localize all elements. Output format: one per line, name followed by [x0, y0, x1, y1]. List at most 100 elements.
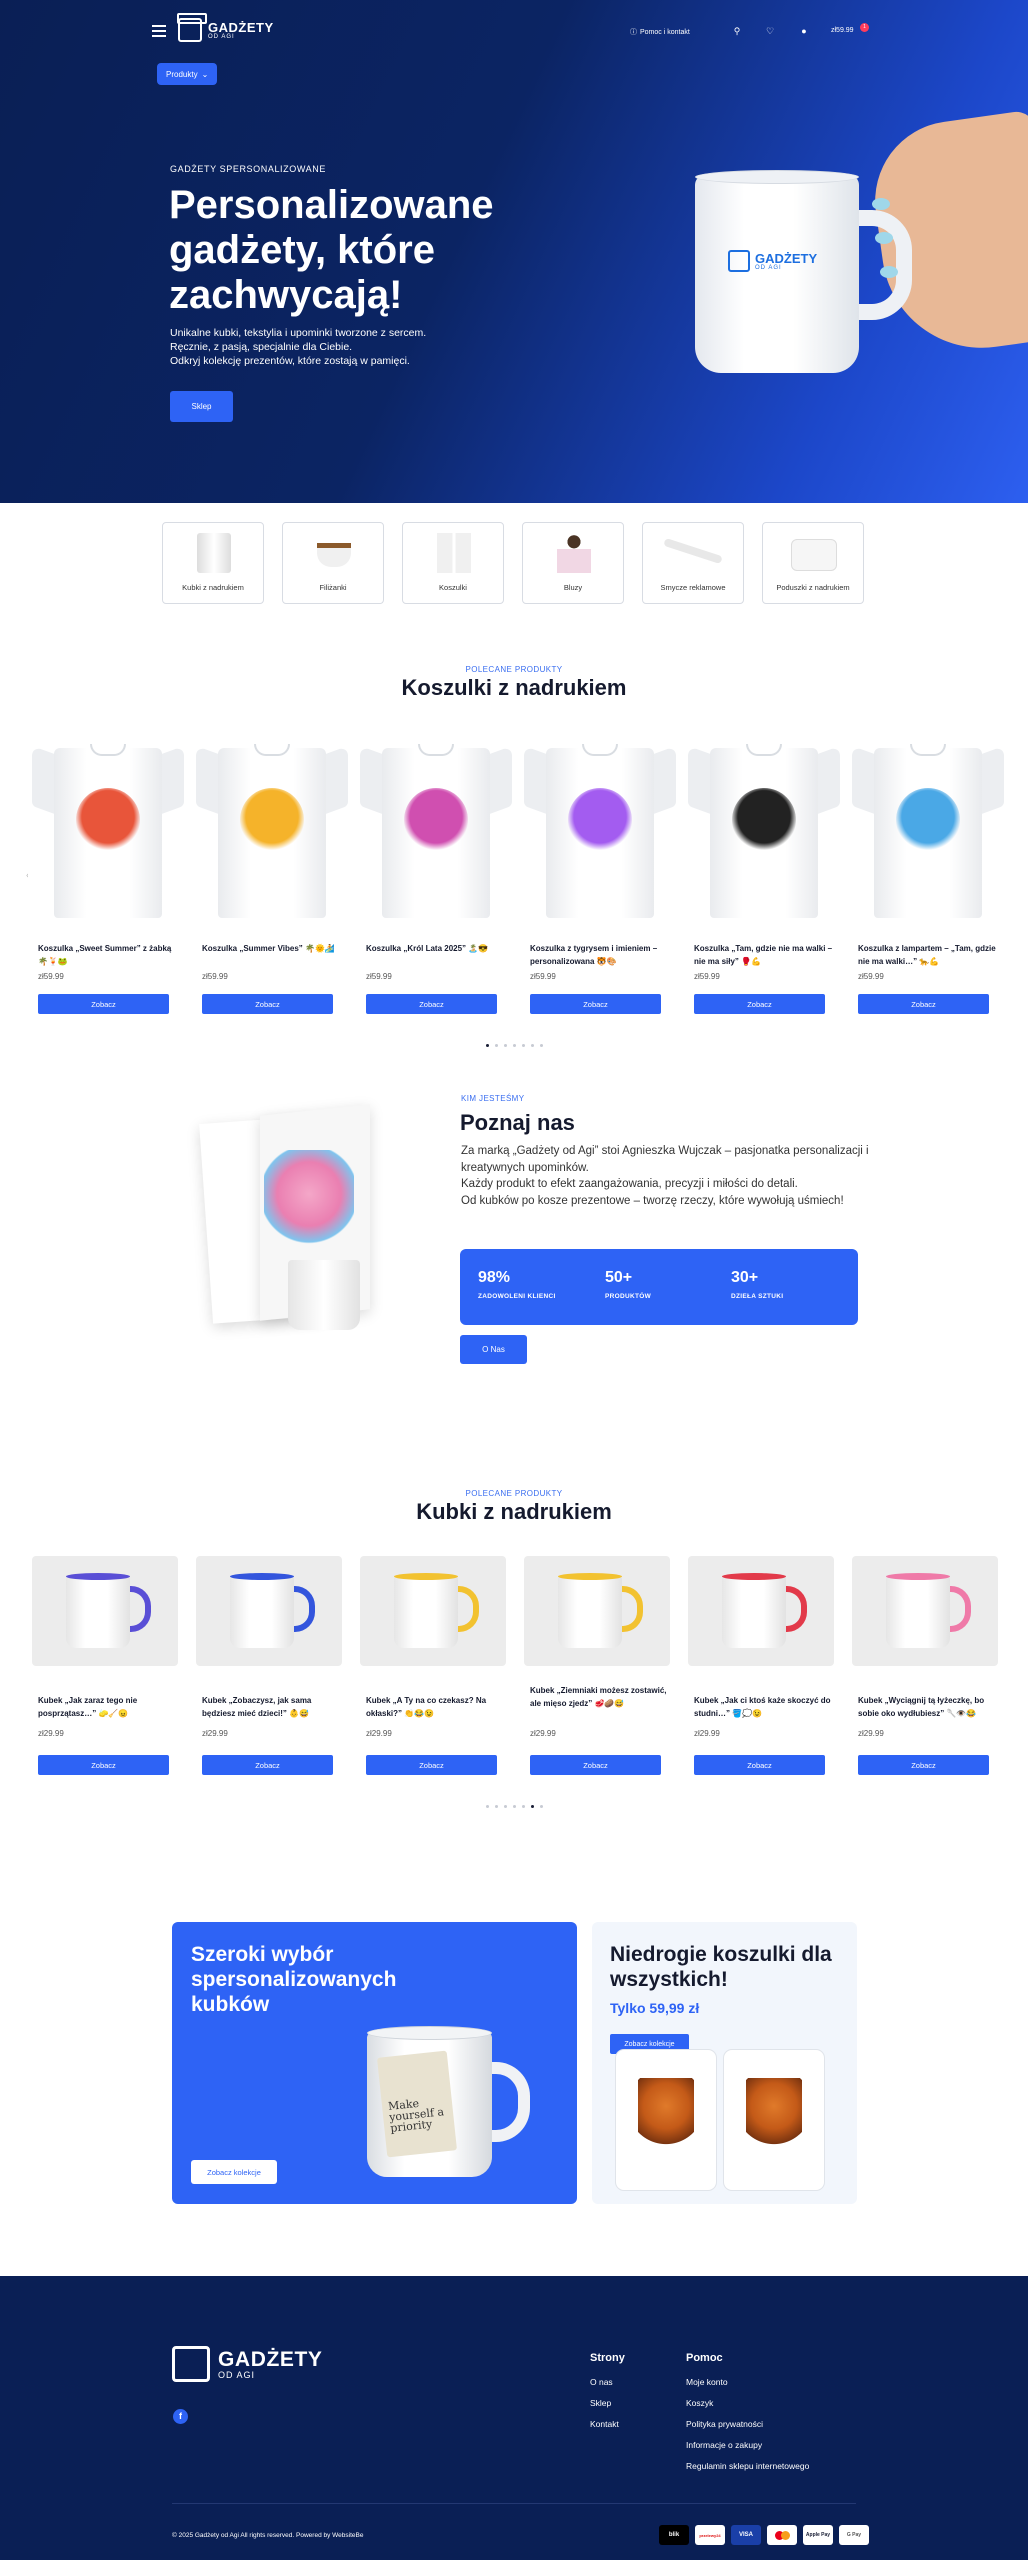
products-dropdown-button[interactable]: Produkty ⌄: [157, 63, 218, 85]
view-product-button[interactable]: Zobacz: [366, 1755, 497, 1775]
product-card[interactable]: Kubek „Wyciągnij tą łyżeczkę, bo sobie o…: [848, 1556, 1008, 1806]
view-product-button[interactable]: Zobacz: [38, 994, 169, 1014]
footer-link-shop[interactable]: Sklep: [590, 2398, 611, 2408]
view-product-button[interactable]: Zobacz: [858, 1755, 989, 1775]
tshirt-image: [32, 728, 184, 923]
help-label: Pomoc i kontakt: [640, 28, 690, 36]
view-product-button[interactable]: Zobacz: [202, 1755, 333, 1775]
product-name[interactable]: Kubek „Jak ci ktoś każe skoczyć do studn…: [694, 1694, 834, 1720]
stat-label: ZADOWOLENI KLIENCI: [478, 1293, 556, 1300]
product-card[interactable]: Kubek „Zobaczysz, jak sama będziesz mieć…: [192, 1556, 352, 1806]
help-link[interactable]: ⓘ Pomoc i kontakt: [630, 27, 690, 37]
product-card[interactable]: Koszulka „Sweet Summer” z żabką 🌴🍹🐸 zł59.…: [28, 720, 188, 1023]
category-list: Kubki z nadrukiem Filiżanki Koszulki Blu…: [162, 522, 864, 604]
product-name[interactable]: Koszulka z lampartem – „Tam, gdzie nie m…: [858, 942, 1003, 968]
view-product-button[interactable]: Zobacz: [530, 1755, 661, 1775]
view-product-button[interactable]: Zobacz: [38, 1755, 169, 1775]
about-us-button[interactable]: O Nas: [460, 1335, 527, 1364]
user-icon[interactable]: ●: [798, 26, 810, 38]
carousel-dot[interactable]: [521, 1805, 525, 1808]
product-name[interactable]: Koszulka z tygrysem i imieniem – persona…: [530, 942, 675, 968]
promo-mugs-banner: Szeroki wybór spersonalizowanych kubków …: [172, 1922, 577, 2204]
mug-image: [688, 1556, 834, 1666]
product-name[interactable]: Kubek „A Ty na co czekasz? Na okłaski?” …: [366, 1694, 506, 1720]
menu-icon[interactable]: [152, 25, 166, 37]
product-card[interactable]: Kubek „Jak ci ktoś każe skoczyć do studn…: [684, 1556, 844, 1806]
carousel-dot[interactable]: [494, 1805, 498, 1808]
facebook-icon[interactable]: f: [173, 2409, 188, 2424]
footer-link-contact[interactable]: Kontakt: [590, 2419, 619, 2429]
view-product-button[interactable]: Zobacz: [694, 1755, 825, 1775]
category-label: Kubki z nadrukiem: [182, 583, 244, 592]
product-card[interactable]: Koszulka z lampartem – „Tam, gdzie nie m…: [848, 720, 1008, 1023]
product-price: zł29.99: [858, 1729, 884, 1738]
heart-icon[interactable]: ♡: [764, 26, 776, 38]
category-lanyards[interactable]: Smycze reklamowe: [642, 522, 744, 604]
cart-total[interactable]: zł59.99: [831, 27, 854, 34]
carousel-dot[interactable]: [521, 1044, 525, 1047]
mug-body: [66, 1576, 130, 1648]
stat-label: DZIEŁA SZTUKI: [731, 1293, 784, 1300]
product-name[interactable]: Kubek „Zobaczysz, jak sama będziesz mieć…: [202, 1694, 342, 1720]
carousel-dot[interactable]: [530, 1805, 534, 1808]
category-cups[interactable]: Filiżanki: [282, 522, 384, 604]
small-mug: [288, 1260, 360, 1330]
product-name[interactable]: Koszulka „Tam, gdzie nie ma walki – nie …: [694, 942, 839, 968]
carousel-dot[interactable]: [539, 1805, 543, 1808]
category-mugs[interactable]: Kubki z nadrukiem: [162, 522, 264, 604]
footer-link-privacy[interactable]: Polityka prywatności: [686, 2419, 763, 2429]
footer-link-account[interactable]: Moje konto: [686, 2377, 728, 2387]
shirt-print: [896, 788, 960, 852]
product-name[interactable]: Koszulka „Summer Vibes” 🌴🌞🏄: [202, 942, 347, 955]
product-card[interactable]: Kubek „Ziemniaki możesz zostawić, ale mi…: [520, 1556, 680, 1806]
mug-logo: GADŻETY OD AGI: [728, 250, 817, 272]
carousel-dot[interactable]: [530, 1044, 534, 1047]
product-name[interactable]: Kubek „Jak zaraz tego nie posprzątasz…” …: [38, 1694, 178, 1720]
product-name[interactable]: Kubek „Ziemniaki możesz zostawić, ale mi…: [530, 1684, 670, 1710]
view-product-button[interactable]: Zobacz: [858, 994, 989, 1014]
category-image: [557, 533, 591, 573]
carousel-dot[interactable]: [485, 1805, 489, 1808]
shop-button[interactable]: Sklep: [170, 391, 233, 422]
product-card[interactable]: Kubek „A Ty na co czekasz? Na okłaski?” …: [356, 1556, 516, 1806]
site-logo[interactable]: GADŻETY OD AGI: [177, 13, 274, 42]
cart-count-badge: 1: [860, 23, 869, 32]
product-card[interactable]: Koszulka „Summer Vibes” 🌴🌞🏄 zł59.99 Zobacz: [192, 720, 352, 1023]
carousel-dot[interactable]: [485, 1044, 489, 1047]
footer-link-cart[interactable]: Koszyk: [686, 2398, 713, 2408]
product-card[interactable]: Koszulka z tygrysem i imieniem – persona…: [520, 720, 680, 1023]
footer-link-about[interactable]: O nas: [590, 2377, 613, 2387]
category-hoodies[interactable]: Bluzy: [522, 522, 624, 604]
view-product-button[interactable]: Zobacz: [694, 994, 825, 1014]
product-name[interactable]: Kubek „Wyciągnij tą łyżeczkę, bo sobie o…: [858, 1694, 998, 1720]
carousel-dot[interactable]: [494, 1044, 498, 1047]
carousel-dot[interactable]: [503, 1044, 507, 1047]
view-product-button[interactable]: Zobacz: [530, 994, 661, 1014]
product-card[interactable]: Koszulka „Tam, gdzie nie ma walki – nie …: [684, 720, 844, 1023]
product-name[interactable]: Koszulka „Król Lata 2025” 🏝️😎: [366, 942, 511, 955]
category-pillows[interactable]: Poduszki z nadrukiem: [762, 522, 864, 604]
product-card[interactable]: Kubek „Jak zaraz tego nie posprzątasz…” …: [28, 1556, 188, 1806]
carousel-dot[interactable]: [512, 1044, 516, 1047]
carousel-dot[interactable]: [512, 1805, 516, 1808]
product-card[interactable]: Koszulka „Król Lata 2025” 🏝️😎 zł59.99 Zoba…: [356, 720, 516, 1023]
footer-link-purchase-info[interactable]: Informacje o zakupy: [686, 2440, 762, 2450]
search-icon[interactable]: ⚲: [731, 26, 743, 38]
carousel-dot[interactable]: [539, 1044, 543, 1047]
category-tshirts[interactable]: Koszulki: [402, 522, 504, 604]
gift-logo-icon: [728, 250, 750, 272]
stat-artworks: 30+ DZIEŁA SZTUKI: [731, 1269, 783, 1300]
footer-logo-name: GADŻETY: [218, 2347, 323, 2371]
mug-image: [524, 1556, 670, 1666]
footer-pages-title: Strony: [590, 2352, 625, 2364]
footer-link-terms[interactable]: Regulamin sklepu internetowego: [686, 2461, 809, 2471]
view-product-button[interactable]: Zobacz: [366, 994, 497, 1014]
product-price: zł59.99: [202, 972, 228, 981]
view-product-button[interactable]: Zobacz: [202, 994, 333, 1014]
carousel-dot[interactable]: [503, 1805, 507, 1808]
footer-logo[interactable]: GADŻETY OD AGI: [172, 2346, 323, 2382]
tshirt-image: [688, 728, 840, 923]
product-name[interactable]: Koszulka „Sweet Summer” z żabką 🌴🍹🐸: [38, 942, 183, 968]
tshirt-carousel-dots: [0, 1044, 1028, 1047]
view-mug-collection-button[interactable]: Zobacz kolekcje: [191, 2160, 277, 2184]
